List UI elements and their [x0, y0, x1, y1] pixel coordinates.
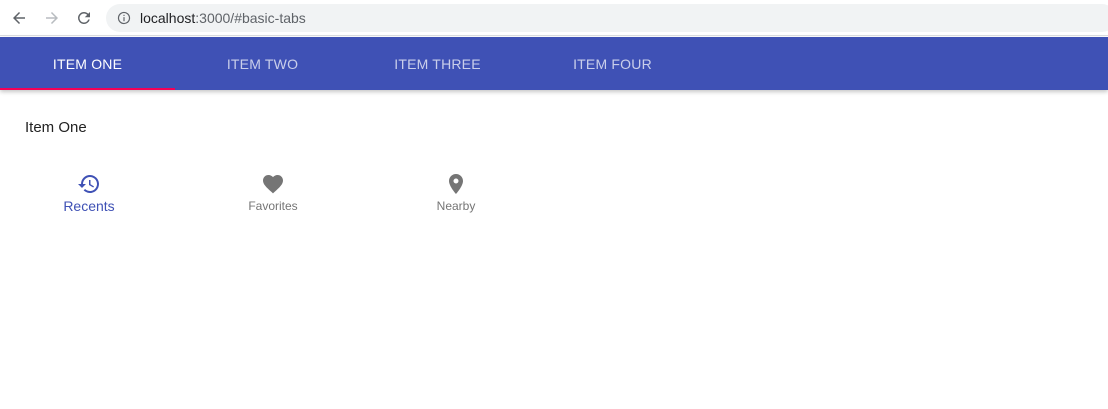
address-bar[interactable]: localhost:3000/#basic-tabs [106, 4, 1108, 32]
bottom-navigation: Recents Favorites Nearby [0, 168, 560, 224]
bottom-nav-label: Recents [63, 198, 115, 214]
back-arrow-icon [13, 12, 25, 24]
location-pin-icon [449, 174, 463, 194]
url-path: :3000/#basic-tabs [195, 10, 306, 26]
tab-label: ITEM FOUR [573, 55, 652, 72]
tab-indicator [0, 88, 175, 90]
bottom-nav-nearby[interactable]: Nearby [367, 168, 545, 224]
browser-toolbar: localhost:3000/#basic-tabs [0, 0, 1108, 36]
tab-item-one[interactable]: ITEM ONE [0, 37, 175, 90]
tab-item-two[interactable]: ITEM TWO [175, 37, 350, 90]
tab-label: ITEM THREE [394, 55, 481, 72]
tab-panel-text: Item One [25, 119, 87, 136]
bottom-nav-recents[interactable]: Recents [0, 168, 178, 224]
url-text: localhost:3000/#basic-tabs [140, 10, 306, 26]
tab-item-four[interactable]: ITEM FOUR [525, 37, 700, 90]
forward-arrow-icon [46, 12, 58, 24]
back-button[interactable] [8, 7, 30, 29]
reload-icon [77, 11, 90, 24]
history-icon [78, 175, 99, 193]
url-host: localhost [140, 10, 196, 26]
info-icon[interactable] [117, 11, 131, 25]
reload-button[interactable] [73, 7, 95, 29]
tab-item-three[interactable]: ITEM THREE [350, 37, 525, 90]
tab-label: ITEM ONE [52, 55, 123, 72]
tabs-app-bar: ITEM ONE ITEM TWO ITEM THREE ITEM FOUR [0, 37, 1108, 90]
forward-button[interactable] [41, 7, 63, 29]
bottom-nav-label: Nearby [436, 199, 476, 213]
bottom-nav-label: Favorites [248, 199, 298, 213]
bottom-nav-favorites[interactable]: Favorites [184, 168, 362, 224]
heart-icon [263, 175, 283, 194]
tab-label: ITEM TWO [226, 55, 299, 72]
